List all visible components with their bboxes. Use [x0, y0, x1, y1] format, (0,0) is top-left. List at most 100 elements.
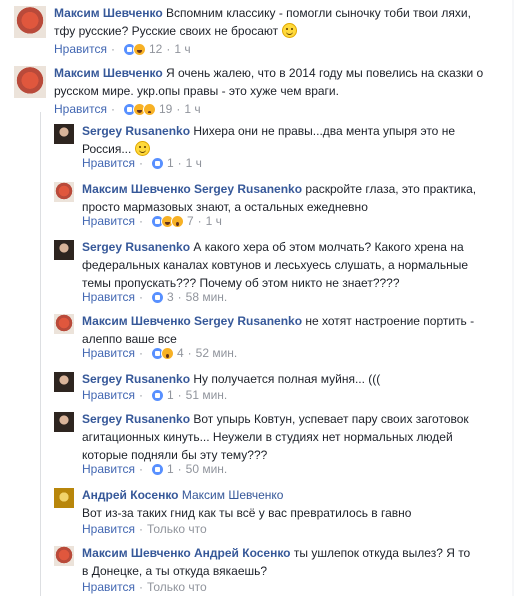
- comment-author[interactable]: Максим Шевченко: [82, 546, 191, 560]
- separator-dot: ·: [177, 462, 182, 476]
- haha-icon: [132, 42, 146, 56]
- reaction-count[interactable]: 12: [149, 42, 162, 56]
- like-icon: [150, 156, 164, 170]
- like-button[interactable]: Нравится: [54, 102, 107, 116]
- reactions-summary[interactable]: [150, 388, 164, 402]
- avatar[interactable]: [14, 66, 46, 98]
- separator-dot: ·: [138, 156, 143, 170]
- reactions-summary[interactable]: [150, 346, 174, 360]
- mention-link[interactable]: Sergey Rusanenko: [194, 182, 302, 196]
- comment-timestamp[interactable]: 52 мин.: [196, 346, 238, 360]
- wow-icon: [160, 346, 174, 360]
- reaction-count[interactable]: 4: [177, 346, 184, 360]
- like-button[interactable]: Нравится: [54, 42, 107, 56]
- reactions-summary[interactable]: [150, 290, 164, 304]
- like-icon: [150, 290, 164, 304]
- avatar[interactable]: [54, 240, 74, 260]
- comment-timestamp[interactable]: 1 ч: [186, 156, 202, 170]
- separator-dot: ·: [110, 42, 115, 56]
- separator-dot: ·: [138, 462, 143, 476]
- comment-text: Я очень жалею, что в 2014 году мы повели…: [166, 66, 484, 80]
- comment-timestamp[interactable]: 1 ч: [174, 42, 190, 56]
- avatar[interactable]: [54, 488, 74, 508]
- separator-dot: ·: [176, 102, 181, 116]
- comment-text: раскройте глаза, это практика,: [305, 182, 477, 196]
- sad-icon: [142, 102, 156, 116]
- avatar[interactable]: [54, 546, 74, 566]
- comment-text: агитационных кинуть... Неужели в студиях…: [82, 430, 453, 444]
- reactions-summary[interactable]: [150, 214, 184, 228]
- mention-link[interactable]: Андрей Косенко: [194, 546, 291, 560]
- comment-timestamp[interactable]: 1 ч: [206, 214, 222, 228]
- separator-dot: ·: [138, 522, 143, 536]
- like-button[interactable]: Нравится: [82, 580, 135, 594]
- comment-author[interactable]: Sergey Rusanenko: [82, 124, 190, 138]
- comment-text: Вспомним классику - помогли сыночку тоби…: [166, 6, 471, 20]
- like-button[interactable]: Нравится: [82, 388, 135, 402]
- comment-author[interactable]: Максим Шевченко: [54, 66, 163, 80]
- comment-author[interactable]: Максим Шевченко: [54, 6, 163, 20]
- separator-dot: ·: [110, 102, 115, 116]
- separator-dot: ·: [138, 290, 143, 304]
- mention-link[interactable]: Максим Шевченко: [182, 488, 284, 502]
- comment-text: А какого хера об этом молчать? Какого хр…: [193, 240, 464, 254]
- like-button[interactable]: Нравится: [82, 290, 135, 304]
- comment-text: просто мармазовых знают, а остальных еже…: [82, 200, 368, 214]
- comment-text: алеппо ваше все: [82, 332, 177, 346]
- avatar[interactable]: [14, 6, 46, 38]
- comment-text: Нихера они не правы...два мента упыря эт…: [193, 124, 455, 138]
- comment-timestamp[interactable]: Только что: [147, 522, 207, 536]
- reaction-count[interactable]: 7: [187, 214, 194, 228]
- reaction-count[interactable]: 1: [167, 388, 174, 402]
- mention-link[interactable]: Sergey Rusanenko: [194, 314, 302, 328]
- comment-text: федеральных каналах ковтунов и лесьхуесь…: [82, 258, 469, 272]
- comment-author[interactable]: Sergey Rusanenko: [82, 372, 190, 386]
- reactions-summary[interactable]: [122, 102, 156, 116]
- separator-dot: ·: [197, 214, 202, 228]
- wow-icon: [170, 214, 184, 228]
- like-button[interactable]: Нравится: [82, 156, 135, 170]
- separator-dot: ·: [138, 580, 143, 594]
- comment-author[interactable]: Максим Шевченко: [82, 182, 191, 196]
- comment-text: не хотят настроение портить -: [305, 314, 475, 328]
- reactions-summary[interactable]: [150, 462, 164, 476]
- comment-timestamp[interactable]: Только что: [147, 580, 207, 594]
- reaction-count[interactable]: 1: [167, 156, 174, 170]
- avatar[interactable]: [54, 182, 74, 202]
- reaction-count[interactable]: 3: [167, 290, 174, 304]
- separator-dot: ·: [177, 156, 182, 170]
- comment-author[interactable]: Sergey Rusanenko: [82, 412, 190, 426]
- avatar[interactable]: [54, 314, 74, 334]
- comment-timestamp[interactable]: 51 мин.: [186, 388, 228, 402]
- avatar[interactable]: [54, 412, 74, 432]
- separator-dot: ·: [138, 214, 143, 228]
- comment-author[interactable]: Андрей Косенко: [82, 488, 179, 502]
- avatar[interactable]: [54, 372, 74, 392]
- like-button[interactable]: Нравится: [82, 214, 135, 228]
- like-button[interactable]: Нравится: [82, 462, 135, 476]
- like-button[interactable]: Нравится: [82, 522, 135, 536]
- comment-author[interactable]: Максим Шевченко: [82, 314, 191, 328]
- comment-text: в Донецке, а ты откуда вякаешь?: [82, 564, 268, 578]
- reactions-summary[interactable]: [122, 42, 146, 56]
- comment-timestamp[interactable]: 1 ч: [184, 102, 200, 116]
- reaction-count[interactable]: 1: [167, 462, 174, 476]
- reaction-count[interactable]: 19: [159, 102, 172, 116]
- like-button[interactable]: Нравится: [82, 346, 135, 360]
- separator-dot: ·: [138, 388, 143, 402]
- comment-text: ты ушлепок откуда вылез? Я то: [293, 546, 471, 560]
- comment-text: Вот из-за таких гнид как ты всё у вас пр…: [82, 506, 412, 520]
- comment-text: тфу русские? Русские своих не бросают: [54, 24, 279, 38]
- like-icon: [150, 388, 164, 402]
- reply-thread-line: [40, 112, 41, 596]
- separator-dot: ·: [177, 290, 182, 304]
- comment-timestamp[interactable]: 58 мин.: [186, 290, 228, 304]
- comment-text: Россия...: [82, 142, 132, 156]
- comment-author[interactable]: Sergey Rusanenko: [82, 240, 190, 254]
- comment-timestamp[interactable]: 50 мин.: [186, 462, 228, 476]
- separator-dot: ·: [187, 346, 192, 360]
- comment-text: темы пропускать??? Почему об этом никто …: [82, 276, 400, 290]
- comment-text: Ну получается полная муйня... (((: [193, 372, 381, 386]
- avatar[interactable]: [54, 124, 74, 144]
- reactions-summary[interactable]: [150, 156, 164, 170]
